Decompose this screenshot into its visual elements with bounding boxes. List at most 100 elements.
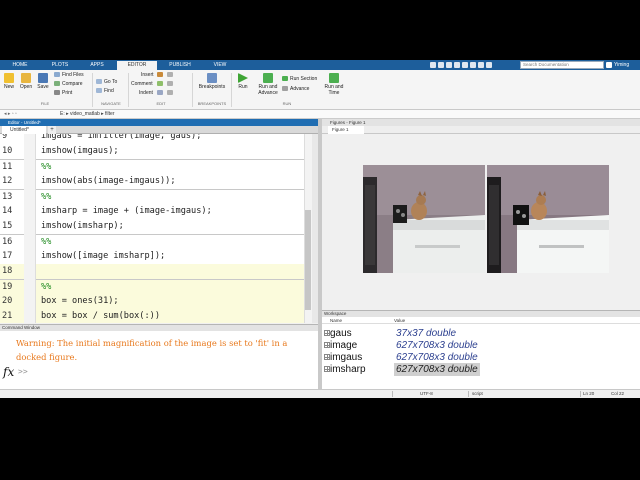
code-text[interactable]: %% [41, 190, 51, 205]
edit-extra-button[interactable] [167, 81, 175, 88]
code-text[interactable]: imsharp = image + (image-imgaus); [41, 204, 212, 219]
code-line[interactable]: 9 imgaus = imfilter(image, gaus); [0, 134, 318, 144]
code-line[interactable]: 17 imshow([image imsharp]); [0, 249, 318, 264]
new-button[interactable]: New [2, 73, 16, 90]
workspace-variable-row[interactable]: imsharp 627x708x3 double [322, 363, 640, 376]
warning-message: Warning: The initial magnification of th… [16, 338, 288, 362]
breakpoints-button[interactable]: Breakpoints [196, 73, 228, 90]
comment-button[interactable]: Comment [131, 81, 153, 88]
status-encoding: UTF-8 [420, 391, 433, 396]
tab-figure-1[interactable]: Figure 1 [328, 126, 364, 134]
quick-access-icon[interactable] [438, 62, 444, 68]
find-files-button[interactable]: Find Files [54, 72, 84, 79]
code-line[interactable]: 16%% [0, 234, 318, 249]
code-text[interactable]: %% [41, 235, 51, 250]
indent-toggle-button[interactable] [157, 90, 165, 97]
code-text[interactable]: %% [41, 280, 51, 295]
quick-access-icon[interactable] [454, 62, 460, 68]
compare-button[interactable]: Compare [54, 81, 83, 88]
column-header-value[interactable]: Value [394, 317, 405, 324]
find-button[interactable]: Find [96, 88, 114, 95]
code-text[interactable]: imgaus = imfilter(image, gaus); [41, 134, 201, 144]
column-header-name[interactable]: Name [330, 317, 342, 324]
insert-button[interactable]: Insert [141, 72, 154, 79]
edit-extra-button[interactable] [167, 90, 175, 97]
line-number: 13 [2, 192, 13, 202]
line-number: 9 [2, 134, 8, 141]
code-text[interactable]: box = box / sum(box(:)) [41, 309, 160, 323]
print-button[interactable]: Print [54, 90, 72, 97]
code-line[interactable]: 19%% [0, 279, 318, 294]
status-bar: UTF-8 script Ln 20 Col 22 [0, 389, 640, 398]
code-line[interactable]: 20 box = ones(31); [0, 294, 318, 309]
code-text[interactable]: %% [41, 160, 51, 175]
status-mode: script [472, 391, 483, 396]
user-account[interactable]: Yiming [614, 61, 629, 69]
search-documentation-input[interactable]: Search Documentation [520, 61, 604, 69]
go-to-icon [96, 79, 102, 84]
run-and-advance-button[interactable]: Run and Advance [255, 73, 281, 96]
new-tab-button[interactable]: + [48, 126, 56, 134]
tab-home[interactable]: HOME [4, 61, 36, 70]
tab-apps[interactable]: APPS [82, 61, 112, 70]
bell-icon[interactable] [606, 62, 612, 68]
code-text[interactable]: box = ones(31); [41, 294, 119, 309]
go-to-button[interactable]: Go To [96, 79, 117, 86]
current-folder-bar[interactable]: ◂ ▸ ▫ ▫ E: ▸ video_matlab ▸ filter [0, 110, 640, 119]
ribbon-divider [92, 73, 93, 107]
nav-arrows-icon[interactable]: ◂ ▸ ▫ ▫ [4, 110, 17, 118]
line-number: 11 [2, 162, 13, 172]
line-number: 12 [2, 176, 13, 186]
quick-access-icon[interactable] [478, 62, 484, 68]
command-prompt[interactable]: >> [18, 367, 28, 376]
comment-toggle-button[interactable] [157, 81, 165, 88]
code-line[interactable]: 12 imshow(abs(image-imgaus)); [0, 174, 318, 189]
code-line[interactable]: 14 imsharp = image + (image-imgaus); [0, 204, 318, 219]
status-column: Col 22 [611, 391, 625, 396]
quick-access-icon[interactable] [470, 62, 476, 68]
new-file-icon [4, 73, 14, 83]
code-line[interactable]: 11%% [0, 159, 318, 174]
find-files-icon [54, 72, 60, 77]
run-section-button[interactable]: Run Section [282, 76, 317, 83]
code-line[interactable]: 13%% [0, 189, 318, 204]
run-button[interactable]: Run [234, 73, 252, 90]
command-window[interactable]: Warning: The initial magnification of th… [0, 331, 318, 398]
code-text[interactable]: imshow(imgaus); [41, 144, 119, 159]
code-line[interactable]: 10 imshow(imgaus); [0, 144, 318, 159]
folder-path[interactable]: E: ▸ video_matlab ▸ filter [60, 110, 115, 118]
tab-untitled[interactable]: Untitled* [2, 126, 46, 134]
run-and-time-button[interactable]: Run and Time [322, 73, 346, 96]
insert-function-button[interactable] [157, 72, 165, 79]
code-line[interactable]: 18 [0, 264, 318, 279]
quick-access-icon[interactable] [430, 62, 436, 68]
tab-publish[interactable]: PUBLISH [160, 61, 200, 70]
run-time-icon [329, 73, 339, 83]
tab-view[interactable]: VIEW [203, 61, 237, 70]
tab-plots[interactable]: PLOTS [44, 61, 76, 70]
code-text[interactable]: imshow(imsharp); [41, 219, 124, 234]
indent-button[interactable]: Indent [139, 90, 153, 97]
editor-title-bar: Editor - Untitled* [0, 119, 318, 126]
variable-value: 627x708x3 double [394, 363, 480, 376]
advance-button[interactable]: Advance [282, 86, 309, 93]
editor-tab-strip: Untitled* + [0, 126, 318, 134]
quick-access-icon[interactable] [462, 62, 468, 68]
quick-access-icon[interactable] [446, 62, 452, 68]
code-text[interactable]: imshow(abs(image-imgaus)); [41, 174, 176, 189]
section-edit: EDIT [156, 101, 166, 106]
code-line[interactable]: 21 box = box / sum(box(:)) [0, 309, 318, 323]
quick-access-icon[interactable] [486, 62, 492, 68]
save-button[interactable]: Save [36, 73, 50, 90]
code-line[interactable]: 15 imshow(imsharp); [0, 219, 318, 234]
open-button[interactable]: Open [18, 73, 34, 90]
status-line: Ln 20 [583, 391, 595, 396]
code-editor[interactable]: 9 imgaus = imfilter(image, gaus); 10 imshow… [0, 134, 318, 323]
code-text[interactable]: imshow([image imsharp]); [41, 249, 165, 264]
section-run: RUN [282, 101, 292, 106]
fx-icon[interactable]: fx [3, 365, 14, 379]
edit-extra-button[interactable] [167, 72, 175, 79]
editor-scrollbar-thumb[interactable] [305, 210, 311, 310]
tab-editor[interactable]: EDITOR [117, 61, 157, 70]
line-number: 10 [2, 146, 13, 156]
